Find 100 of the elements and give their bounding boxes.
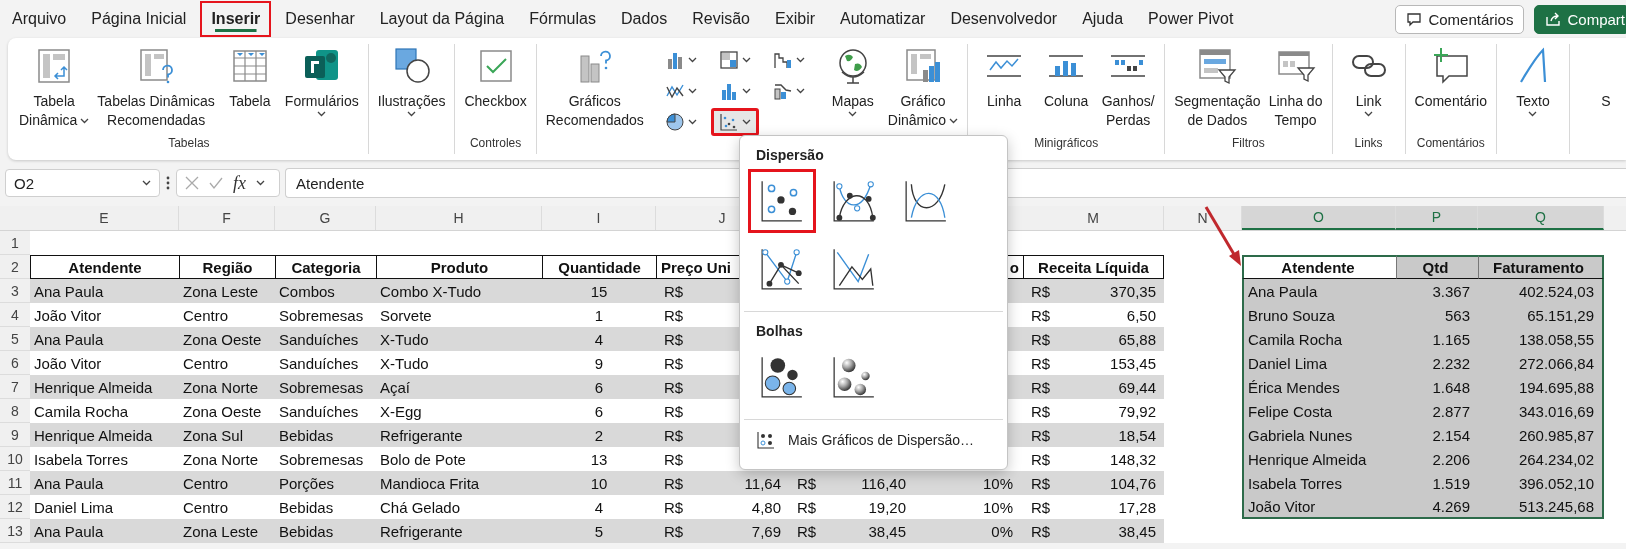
row-number[interactable]: 1 <box>0 231 30 255</box>
menu-tab[interactable]: Página Inicial <box>80 1 198 37</box>
row-number[interactable]: 11 <box>0 471 30 495</box>
cell-value: 104,76 <box>1110 474 1156 492</box>
currency-symbol: R$ <box>1031 522 1051 540</box>
slicer-button[interactable]: Segmentação de Dados <box>1171 44 1264 132</box>
table-cell: Porções <box>275 471 376 495</box>
menu-tab[interactable]: Layout da Página <box>368 1 516 37</box>
timeline-button[interactable]: Linha do Tempo <box>1265 44 1326 132</box>
menu-tab[interactable]: Arquivo <box>1 1 78 37</box>
scatter-chart-button[interactable] <box>710 108 759 136</box>
table-cell-text: 9 <box>593 353 605 374</box>
chevron-down-icon <box>687 57 697 63</box>
currency-symbol: R$ <box>1031 474 1051 492</box>
menu-tab[interactable]: Fórmulas <box>518 1 607 37</box>
row-number[interactable]: 5 <box>0 327 30 351</box>
maps-button[interactable]: Mapas <box>822 44 883 119</box>
currency-symbol: R$ <box>1031 354 1051 372</box>
menu-tab[interactable]: Desenvolvedor <box>939 1 1069 37</box>
sparkline-column-button[interactable]: Coluna <box>1036 44 1097 113</box>
cell-value: 6,50 <box>1126 306 1156 324</box>
table-cell-text: Camila Rocha <box>33 401 130 422</box>
recommended-charts-button[interactable]: Gráficos Recomendados <box>542 44 647 132</box>
table-cell-text: Sanduíches <box>278 353 360 374</box>
group-label: Comentários <box>1415 136 1486 152</box>
scatter-smooth-lines-icon <box>903 178 949 224</box>
column-header[interactable]: F <box>179 206 275 230</box>
group-label: Controles <box>468 136 523 152</box>
name-box[interactable]: O2 <box>5 169 160 197</box>
column-header[interactable]: M <box>1023 206 1164 230</box>
row-number[interactable]: 7 <box>0 375 30 399</box>
chart-type-option[interactable] <box>748 169 816 233</box>
column-header[interactable]: E <box>30 206 179 230</box>
menu-tab[interactable]: Ajuda <box>1071 1 1135 37</box>
comments-button[interactable]: Comentários <box>1395 4 1525 34</box>
column-header[interactable]: H <box>376 206 542 230</box>
scatter-chart-icon <box>756 430 776 450</box>
bubble-3d-chart-icon <box>831 354 877 400</box>
currency-symbol: R$ <box>1031 306 1051 324</box>
currency-symbol: R$ <box>664 426 684 444</box>
currency-symbol: R$ <box>1031 498 1051 516</box>
table-cell: 1.519 <box>1396 471 1478 495</box>
table-cell: Ana Paula <box>30 471 179 495</box>
column-header[interactable]: O <box>1242 206 1396 230</box>
sparkline-winloss-button[interactable]: Ganhos/ Perdas <box>1098 44 1159 132</box>
menu-tab[interactable]: Inserir <box>200 1 272 37</box>
table-cell: Combo X-Tudo <box>376 279 542 303</box>
column-header[interactable]: P <box>1396 206 1478 230</box>
table-cell-text: 10% <box>981 497 1014 518</box>
column-header[interactable]: G <box>275 206 376 230</box>
table-button[interactable]: Tabela <box>219 44 280 113</box>
table-cell: 138.058,55 <box>1478 327 1604 351</box>
menu-tab[interactable]: Power Pivot <box>1137 1 1245 37</box>
table-cell: 260.985,87 <box>1478 423 1604 447</box>
menu-tab[interactable]: Desenhar <box>274 1 366 37</box>
table-cell-text: Bolo de Pote <box>379 449 467 470</box>
row-number[interactable]: 6 <box>0 351 30 375</box>
row-number[interactable]: 9 <box>0 423 30 447</box>
row-number[interactable]: 4 <box>0 303 30 327</box>
table-cell: Sanduíches <box>275 327 376 351</box>
cancel-icon <box>185 176 199 190</box>
more-charts-menu-item[interactable]: Mais Gráficos de Dispersão… <box>740 428 1007 452</box>
text-button[interactable]: Texto <box>1502 44 1563 119</box>
column-header[interactable]: Q <box>1478 206 1604 230</box>
pivot-table-button[interactable]: Tabela Dinâmica <box>16 44 93 132</box>
insert-function-button[interactable]: fx <box>233 172 246 194</box>
share-button[interactable]: Compart <box>1534 4 1626 34</box>
column-header[interactable]: I <box>542 206 656 230</box>
menu-section-title: Bolhas <box>756 323 803 339</box>
chevron-down-icon <box>741 119 751 125</box>
row-number[interactable]: 3 <box>0 279 30 303</box>
illustrations-button[interactable]: Ilustrações <box>374 44 449 119</box>
currency-symbol: R$ <box>664 330 684 348</box>
cell-value: 18,54 <box>1118 426 1156 444</box>
row-number[interactable]: 10 <box>0 447 30 471</box>
row-number[interactable]: 12 <box>0 495 30 519</box>
forms-button[interactable]: Formulários <box>281 44 362 119</box>
chevron-down-icon <box>795 57 805 63</box>
ribbon-button[interactable]: S <box>1575 44 1626 113</box>
recommended-pivot-button[interactable]: Tabelas Dinâmicas Recomendadas <box>94 44 218 132</box>
table-cell: Mandioca Frita <box>376 471 542 495</box>
comment-button[interactable]: Comentário <box>1411 44 1490 113</box>
pivot-chart-button[interactable]: Gráfico Dinâmico <box>884 44 962 132</box>
table-cell-text: Zona Oeste <box>182 401 263 422</box>
menu-tab[interactable]: Dados <box>609 1 679 37</box>
row-number[interactable]: 2 <box>0 255 30 279</box>
sparkline-line-button[interactable]: Linha <box>974 44 1035 113</box>
menu-tab[interactable]: Exibir <box>764 1 827 37</box>
menu-tab[interactable]: Revisão <box>681 1 761 37</box>
menu-tab[interactable]: Automatizar <box>829 1 937 37</box>
row-number[interactable]: 8 <box>0 399 30 423</box>
checkbox-button[interactable]: Checkbox <box>461 44 530 113</box>
chevron-down-icon <box>142 180 151 186</box>
pie-chart-icon <box>664 112 685 132</box>
cell-value: 65,88 <box>1118 330 1156 348</box>
table-cell-text: Sobremesas <box>278 305 365 326</box>
link-button[interactable]: Link <box>1338 44 1399 119</box>
table-cell: Henrique Almeida <box>30 375 179 399</box>
row-number[interactable]: 13 <box>0 519 30 543</box>
group-label: Links <box>1353 136 1384 152</box>
